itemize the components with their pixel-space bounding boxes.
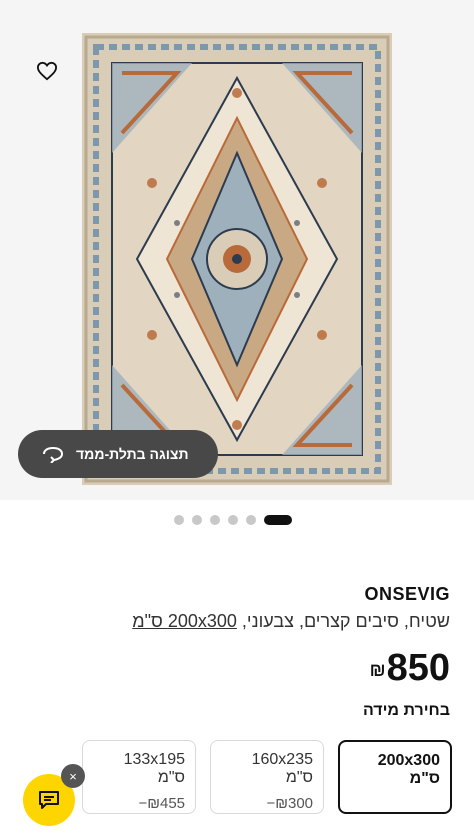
gallery-pagination [174, 515, 292, 525]
rotate-3d-icon [43, 446, 64, 463]
size-option-price-diff: ₪300− [266, 795, 313, 812]
gallery-dot[interactable] [210, 515, 220, 525]
size-option[interactable]: 133x195 ס"מ ₪455− [82, 740, 196, 814]
product-image-gallery[interactable]: תצוגה בתלת-ממד [0, 0, 474, 500]
heart-icon [36, 61, 58, 81]
size-option-price-diff: ₪455− [138, 795, 185, 812]
size-option[interactable]: 160x235 ס"מ ₪300− [210, 740, 324, 814]
price-amount: 850 [386, 647, 450, 689]
size-selection-heading: בחירת מידה [362, 702, 450, 719]
size-option-label: 160x235 ס"מ [251, 751, 313, 786]
gallery-dot[interactable] [174, 515, 184, 525]
product-size-link[interactable]: 200x300 ס"מ [132, 611, 237, 631]
gallery-dot[interactable] [228, 515, 238, 525]
chat-close-button[interactable]: × [61, 764, 85, 788]
wishlist-button[interactable] [30, 54, 64, 88]
product-name: ONSEVIG [364, 584, 450, 604]
gallery-dot[interactable] [246, 515, 256, 525]
size-option-selected[interactable]: 200x300 ס"מ [338, 740, 452, 814]
view-3d-label: תצוגה בתלת-ממד [76, 446, 189, 462]
product-description: שטיח, סיבים קצרים, צבעוני, 200x300 ס"מ [24, 611, 450, 632]
view-3d-button[interactable]: תצוגה בתלת-ממד [18, 430, 218, 478]
product-price: ₪ 850 [370, 646, 450, 690]
close-icon: × [69, 768, 77, 784]
size-option-label: 133x195 ס"מ [123, 751, 185, 786]
product-description-text: שטיח, סיבים קצרים, צבעוני, [241, 611, 450, 631]
price-currency: ₪ [369, 660, 386, 680]
rug-image [82, 33, 392, 485]
size-options: 200x300 ס"מ 160x235 ס"מ ₪300− 133x195 ס"… [72, 740, 452, 814]
gallery-dot-active[interactable] [264, 515, 292, 525]
chat-bubble-icon [39, 791, 59, 809]
size-option-label: 200x300 ס"מ [377, 752, 440, 787]
product-info: ONSEVIG שטיח, סיבים קצרים, צבעוני, 200x3… [24, 584, 450, 632]
gallery-dot[interactable] [192, 515, 202, 525]
